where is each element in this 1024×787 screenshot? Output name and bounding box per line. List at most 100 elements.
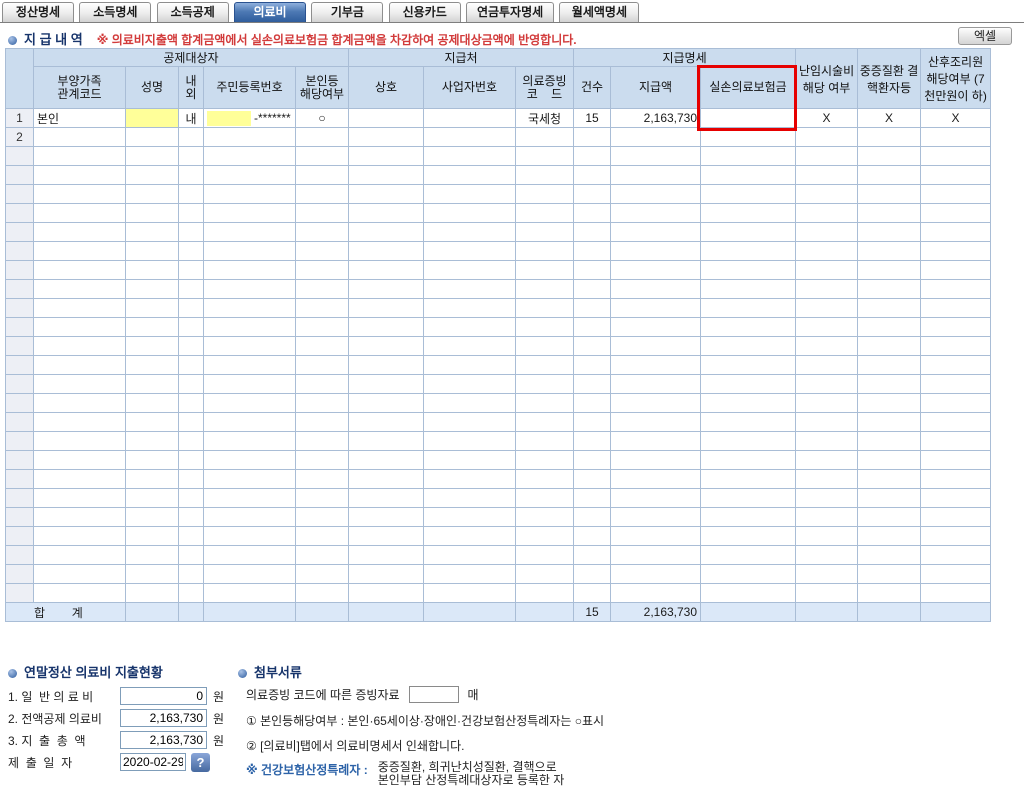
row2-name[interactable] (125, 127, 179, 147)
header-self-flag: 본인등 해당여부 (295, 66, 349, 109)
row1-domestic-foreign[interactable]: 내 (178, 108, 204, 128)
row2-relation[interactable] (33, 127, 126, 147)
tab-donation[interactable]: 기부금 (311, 2, 384, 22)
row2-resident-number[interactable] (203, 127, 296, 147)
table-row-1: 1 본인 내 -******* ○ 국세청 15 2,163,730 X X X (5, 108, 992, 128)
table-header: 공제대상자 지급처 지급명세 난임시술비 해당 여부 중증질환 결핵환자등 산후… (5, 48, 992, 109)
summary-bullet-icon (8, 669, 17, 678)
submit-date-input[interactable] (120, 753, 186, 771)
total-row: 합 계 15 2,163,730 (5, 602, 992, 622)
header-infertility: 난임시술비 해당 여부 (795, 48, 859, 109)
tab-pension-investment[interactable]: 연금투자명세 (466, 2, 555, 22)
table-row-2: 2 (5, 127, 992, 147)
row2-domestic-foreign[interactable] (178, 127, 204, 147)
total-severe-illness (857, 602, 922, 622)
row1-relation[interactable]: 본인 (33, 108, 126, 128)
row2-amount[interactable] (610, 127, 702, 147)
row1-num: 1 (5, 108, 34, 128)
print-note: ② [의료비]탭에서 의료비명세서 인쇄합니다. (246, 739, 465, 753)
table-row (5, 355, 992, 375)
evidence-count-unit: 매 (467, 687, 479, 702)
table-row (5, 507, 992, 527)
header-company: 상호 (348, 66, 424, 109)
table-row (5, 564, 992, 584)
row2-company[interactable] (348, 127, 424, 147)
row1-severe-illness[interactable]: X (857, 108, 922, 128)
header-resident-number: 주민등록번호 (203, 66, 296, 109)
header-amount: 지급액 (610, 66, 702, 109)
evidence-count-label: 의료증빙 코드에 따른 증빙자료 (246, 687, 400, 702)
row1-amount[interactable]: 2,163,730 (610, 108, 702, 128)
row1-self-flag[interactable]: ○ (295, 108, 349, 128)
total-evidence-code (514, 602, 575, 622)
total-spending-input[interactable] (120, 731, 207, 749)
row1-insurance-refund[interactable] (700, 108, 797, 128)
submit-date-label: 제 출 일 자 (8, 755, 73, 770)
tab-income-deduction[interactable]: 소득공제 (156, 2, 229, 22)
row1-count[interactable]: 15 (573, 108, 612, 128)
row2-severe-illness[interactable] (857, 127, 922, 147)
table-row (5, 450, 992, 470)
row1-business-number[interactable] (423, 108, 516, 128)
row2-self-flag[interactable] (295, 127, 349, 147)
total-resident-number (203, 602, 296, 622)
excel-export-button[interactable]: 엑셀 (958, 27, 1012, 45)
tab-settlement-detail[interactable]: 정산명세 (2, 2, 74, 22)
attachments-title-row: 첨부서류 (238, 662, 778, 680)
table-row (5, 583, 992, 603)
row2-insurance-refund[interactable] (700, 127, 797, 147)
general-medical-unit: 원 (213, 689, 225, 704)
total-spending-unit: 원 (213, 733, 225, 748)
table-row (5, 374, 992, 394)
rrn-masked-block (207, 110, 251, 126)
row2-infertility[interactable] (795, 127, 859, 147)
total-company (348, 602, 424, 622)
total-spending-label: 3. 지 출 총 액 (8, 733, 86, 748)
total-insurance-refund (700, 602, 797, 622)
header-relation-code: 부양가족 관계코드 (33, 66, 126, 109)
table-row (5, 165, 992, 185)
summary-title: 연말정산 의료비 지출현황 (24, 665, 163, 680)
header-business-number: 사업자번호 (423, 66, 516, 109)
general-medical-input[interactable] (120, 687, 207, 705)
total-business-number (423, 602, 516, 622)
empty-rows (5, 146, 992, 603)
special-case-desc: 중증질환, 희귀난치성질환, 결핵으로 본인부담 산정특례대상자로 등록한 자 (378, 761, 565, 787)
attachments-title: 첨부서류 (254, 665, 302, 680)
full-deduction-input[interactable] (120, 709, 207, 727)
full-deduction-unit: 원 (213, 711, 225, 726)
header-insurance-refund: 실손의료보험금 (700, 66, 797, 109)
table-row (5, 298, 992, 318)
evidence-count-input[interactable] (408, 685, 459, 703)
row1-resident-number[interactable]: -******* (203, 108, 296, 128)
medical-expense-table: 공제대상자 지급처 지급명세 난임시술비 해당 여부 중증질환 결핵환자등 산후… (5, 48, 992, 622)
header-evidence-code: 의료증빙 코 드 (514, 66, 575, 109)
table-row (5, 203, 992, 223)
tab-medical-expense[interactable]: 의료비 (234, 2, 307, 22)
row2-evidence-code[interactable] (514, 127, 575, 147)
header-count: 건수 (573, 66, 612, 109)
table-row (5, 146, 992, 166)
row2-business-number[interactable] (423, 127, 516, 147)
help-button[interactable]: ? (191, 752, 210, 772)
section-bullet-icon (8, 36, 17, 45)
table-row (5, 279, 992, 299)
table-row (5, 526, 992, 546)
table-row (5, 412, 992, 432)
general-medical-label: 1. 일 반 의 료 비 (8, 689, 94, 704)
row1-name[interactable] (125, 108, 179, 128)
row1-postnatal[interactable]: X (920, 108, 992, 128)
table-row (5, 545, 992, 565)
row2-count[interactable] (573, 127, 612, 147)
special-case-desc-line1: 중증질환, 희귀난치성질환, 결핵으로 (377, 760, 557, 774)
row1-company[interactable] (348, 108, 424, 128)
row1-evidence-code[interactable]: 국세청 (514, 108, 575, 128)
table-row (5, 184, 992, 204)
tab-credit-card[interactable]: 신용카드 (388, 2, 461, 22)
row1-infertility[interactable]: X (795, 108, 859, 128)
tab-income-detail[interactable]: 소득명세 (79, 2, 152, 22)
header-postnatal-center: 산후조리원 해당여부 (7천만원이 하) (920, 48, 992, 109)
special-case-note: ※ 건강보험산정특례자 : 중증질환, 희귀난치성질환, 결핵으로 본인부담 산… (238, 761, 778, 787)
row2-postnatal[interactable] (920, 127, 992, 147)
tab-monthly-rent[interactable]: 월세액명세 (559, 2, 640, 22)
